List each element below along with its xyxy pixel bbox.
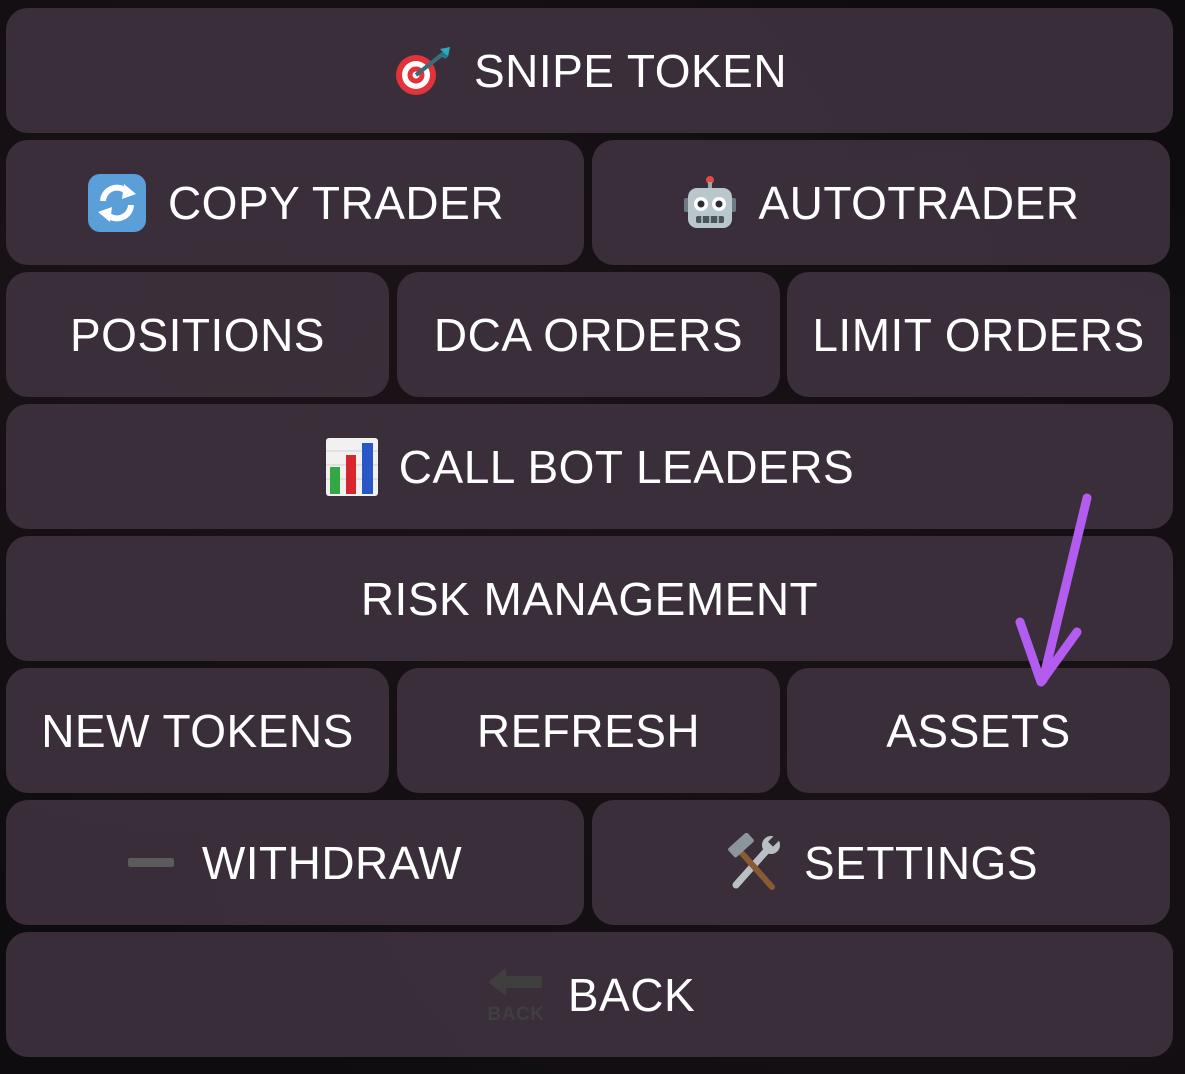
- positions-button[interactable]: POSITIONS: [6, 272, 389, 397]
- withdraw-label: WITHDRAW: [201, 836, 463, 889]
- settings-button[interactable]: SETTINGS: [592, 800, 1170, 925]
- autotrader-button[interactable]: AUTOTRADER: [592, 140, 1170, 265]
- minus-icon: [127, 857, 174, 868]
- snipe-token-label: SNIPE TOKEN: [473, 44, 788, 97]
- refresh-button[interactable]: REFRESH: [397, 668, 780, 793]
- positions-label: POSITIONS: [70, 308, 325, 361]
- call-bot-leaders-button[interactable]: CALL BOT LEADERS: [6, 404, 1173, 529]
- back-arrow-icon: BACK: [484, 966, 548, 1024]
- limit-orders-button[interactable]: LIMIT ORDERS: [787, 272, 1170, 397]
- copy-trader-button[interactable]: COPY TRADER: [6, 140, 584, 265]
- refresh-label: REFRESH: [476, 704, 701, 757]
- snipe-token-button[interactable]: SNIPE TOKEN: [6, 8, 1173, 133]
- dart-target-icon: [392, 45, 454, 97]
- autotrader-label: AUTOTRADER: [758, 176, 1080, 229]
- back-label: BACK: [567, 968, 696, 1021]
- dca-orders-button[interactable]: DCA ORDERS: [397, 272, 780, 397]
- dca-orders-label: DCA ORDERS: [433, 308, 744, 361]
- bar-chart-icon: [325, 437, 379, 497]
- risk-management-label: RISK MANAGEMENT: [360, 572, 819, 625]
- robot-icon: [682, 174, 738, 232]
- back-icon-text: BACK: [487, 1004, 544, 1024]
- new-tokens-label: NEW TOKENS: [41, 704, 354, 757]
- reply-keyboard: SNIPE TOKEN COPY TRADER AUTOTRADER POSIT…: [0, 0, 1185, 1074]
- new-tokens-button[interactable]: NEW TOKENS: [6, 668, 389, 793]
- back-button[interactable]: BACK BACK: [6, 932, 1173, 1057]
- copy-trader-label: COPY TRADER: [167, 176, 505, 229]
- call-bot-leaders-label: CALL BOT LEADERS: [398, 440, 855, 493]
- settings-label: SETTINGS: [803, 836, 1039, 889]
- risk-management-button[interactable]: RISK MANAGEMENT: [6, 536, 1173, 661]
- refresh-arrows-icon: [86, 172, 148, 234]
- limit-orders-label: LIMIT ORDERS: [812, 308, 1145, 361]
- assets-label: ASSETS: [886, 704, 1071, 757]
- withdraw-button[interactable]: WITHDRAW: [6, 800, 584, 925]
- assets-button[interactable]: ASSETS: [787, 668, 1170, 793]
- hammer-wrench-icon: [724, 832, 784, 893]
